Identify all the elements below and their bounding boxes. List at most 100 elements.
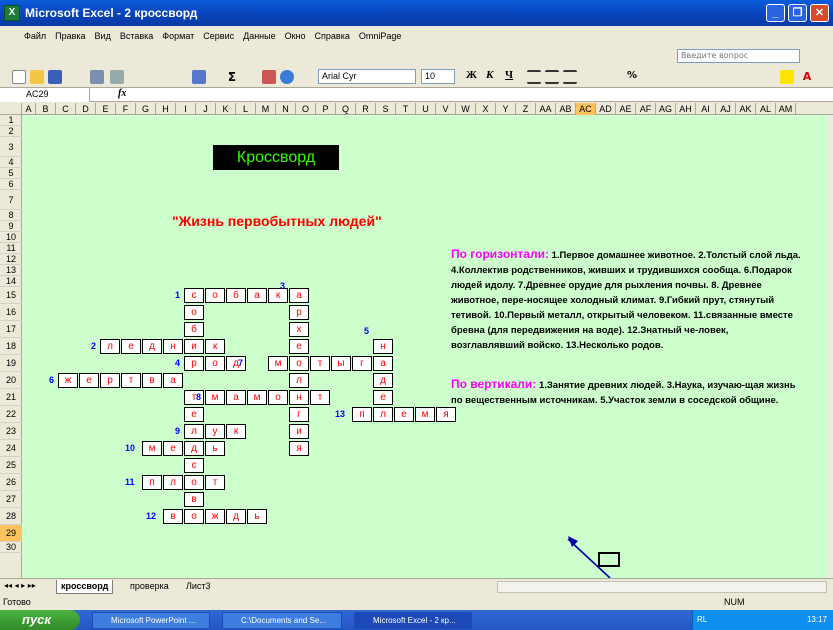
row-header[interactable]: 22: [0, 406, 22, 423]
column-header[interactable]: E: [96, 103, 116, 115]
row-header[interactable]: 2: [0, 126, 22, 137]
percent-icon[interactable]: %: [625, 70, 639, 84]
column-header[interactable]: V: [436, 103, 456, 115]
row-header[interactable]: 29: [0, 525, 22, 542]
column-header[interactable]: I: [176, 103, 196, 115]
vertical-scrollbar[interactable]: [827, 115, 833, 578]
column-header[interactable]: K: [216, 103, 236, 115]
minimize-button[interactable]: _: [766, 4, 785, 22]
column-header[interactable]: U: [416, 103, 436, 115]
align-center-icon[interactable]: [545, 70, 559, 84]
row-header[interactable]: 13: [0, 265, 22, 276]
column-header[interactable]: D: [76, 103, 96, 115]
start-button[interactable]: пуск: [0, 610, 80, 630]
help-icon[interactable]: [280, 70, 294, 84]
menu-file[interactable]: Файл: [24, 31, 46, 41]
column-header[interactable]: AD: [596, 103, 616, 115]
menu-edit[interactable]: Правка: [55, 31, 85, 41]
menu-view[interactable]: Вид: [95, 31, 111, 41]
column-header[interactable]: R: [356, 103, 376, 115]
row-header[interactable]: 18: [0, 338, 22, 355]
row-header[interactable]: 19: [0, 355, 22, 372]
tab-crossword[interactable]: кроссворд: [56, 580, 114, 594]
print-icon[interactable]: [90, 70, 104, 84]
column-header[interactable]: AH: [676, 103, 696, 115]
column-header[interactable]: AG: [656, 103, 676, 115]
column-header[interactable]: P: [316, 103, 336, 115]
font-color-icon[interactable]: A: [800, 70, 814, 84]
fill-color-icon[interactable]: [780, 70, 794, 84]
menu-insert[interactable]: Вставка: [120, 31, 153, 41]
font-size-select[interactable]: 10: [421, 69, 455, 84]
open-icon[interactable]: [30, 70, 44, 84]
row-header[interactable]: 14: [0, 276, 22, 287]
align-left-icon[interactable]: [527, 70, 541, 84]
menu-window[interactable]: Окно: [285, 31, 306, 41]
name-box[interactable]: AC29: [0, 88, 90, 102]
column-header[interactable]: W: [456, 103, 476, 115]
column-header[interactable]: N: [276, 103, 296, 115]
tab-check[interactable]: проверка: [126, 580, 173, 594]
column-header[interactable]: S: [376, 103, 396, 115]
row-header[interactable]: 21: [0, 389, 22, 406]
column-header[interactable]: Y: [496, 103, 516, 115]
row-header[interactable]: 26: [0, 474, 22, 491]
close-button[interactable]: ✕: [810, 4, 829, 22]
column-header[interactable]: M: [256, 103, 276, 115]
tab-nav-arrows[interactable]: ◂◂ ◂ ▸ ▸▸: [4, 581, 36, 590]
column-header[interactable]: L: [236, 103, 256, 115]
row-header[interactable]: 24: [0, 440, 22, 457]
column-header[interactable]: X: [476, 103, 496, 115]
new-icon[interactable]: [12, 70, 26, 84]
row-header[interactable]: 12: [0, 254, 22, 265]
row-header[interactable]: 28: [0, 508, 22, 525]
preview-icon[interactable]: [110, 70, 124, 84]
row-header[interactable]: 10: [0, 232, 22, 243]
row-header[interactable]: 9: [0, 221, 22, 232]
align-right-icon[interactable]: [563, 70, 577, 84]
taskbar-explorer[interactable]: C:\Documents and Se...: [222, 612, 342, 629]
row-header[interactable]: 20: [0, 372, 22, 389]
bold-button[interactable]: Ж: [466, 69, 477, 81]
column-header[interactable]: G: [136, 103, 156, 115]
menu-help[interactable]: Справка: [315, 31, 350, 41]
column-header[interactable]: B: [36, 103, 56, 115]
maximize-button[interactable]: ❐: [788, 4, 807, 22]
menu-omnipage[interactable]: OmniPage: [359, 31, 402, 41]
taskbar-powerpoint[interactable]: Microsoft PowerPoint ...: [92, 612, 210, 629]
column-header[interactable]: AM: [776, 103, 796, 115]
underline-button[interactable]: Ч: [505, 69, 513, 81]
row-header[interactable]: 25: [0, 457, 22, 474]
column-header[interactable]: C: [56, 103, 76, 115]
column-header[interactable]: AK: [736, 103, 756, 115]
column-header[interactable]: AJ: [716, 103, 736, 115]
row-header[interactable]: 16: [0, 304, 22, 321]
column-header[interactable]: AI: [696, 103, 716, 115]
row-header[interactable]: 27: [0, 491, 22, 508]
row-header[interactable]: 8: [0, 210, 22, 221]
ask-question-input[interactable]: Введите вопрос: [677, 49, 800, 63]
column-header[interactable]: Z: [516, 103, 536, 115]
column-header[interactable]: Q: [336, 103, 356, 115]
row-header[interactable]: 4: [0, 157, 22, 168]
row-header[interactable]: 7: [0, 190, 22, 210]
column-header[interactable]: T: [396, 103, 416, 115]
tray-language[interactable]: RL: [697, 615, 707, 624]
menu-format[interactable]: Формат: [162, 31, 194, 41]
column-header[interactable]: AA: [536, 103, 556, 115]
fx-icon[interactable]: fx: [118, 88, 126, 99]
autosum-icon[interactable]: Σ: [225, 70, 239, 84]
row-header[interactable]: 15: [0, 287, 22, 304]
row-header[interactable]: 30: [0, 542, 22, 553]
column-header[interactable]: H: [156, 103, 176, 115]
column-header[interactable]: AL: [756, 103, 776, 115]
row-header[interactable]: 3: [0, 137, 22, 157]
italic-button[interactable]: К: [486, 69, 493, 81]
column-header[interactable]: AE: [616, 103, 636, 115]
row-header[interactable]: 11: [0, 243, 22, 254]
taskbar-excel[interactable]: Microsoft Excel - 2 кр...: [354, 612, 472, 629]
save-icon[interactable]: [48, 70, 62, 84]
column-header[interactable]: AB: [556, 103, 576, 115]
row-header[interactable]: 6: [0, 179, 22, 190]
worksheet-grid[interactable]: Кроссворд "Жизнь первобытных людей" соба…: [22, 115, 827, 578]
